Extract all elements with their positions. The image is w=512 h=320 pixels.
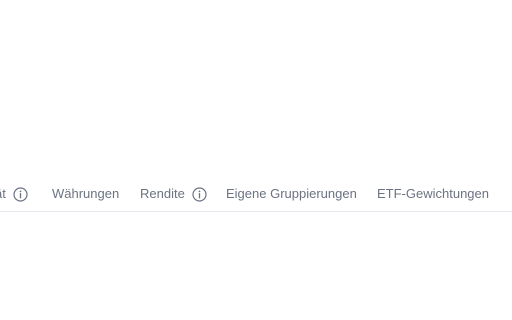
info-icon[interactable] xyxy=(13,186,28,202)
tab-label: Währungen xyxy=(52,186,120,201)
info-icon[interactable] xyxy=(192,186,207,202)
tab-partial-clipped[interactable]: ät xyxy=(0,185,28,203)
tab-etf-gewichtungen[interactable]: ETF-Gewichtungen xyxy=(377,185,489,203)
tab-label: ETF-Gewichtungen xyxy=(377,186,489,201)
tab-label: Eigene Gruppierungen xyxy=(226,186,357,201)
tab-label: Rendite xyxy=(140,186,185,201)
tab-rendite[interactable]: Rendite xyxy=(140,185,207,203)
tab-bar: ät Währungen Rendite Eigene Gruppierunge… xyxy=(0,176,512,212)
tab-eigene-gruppierungen[interactable]: Eigene Gruppierungen xyxy=(226,185,357,203)
tab-label: ät xyxy=(0,186,6,201)
tab-waehrungen[interactable]: Währungen xyxy=(52,185,119,203)
